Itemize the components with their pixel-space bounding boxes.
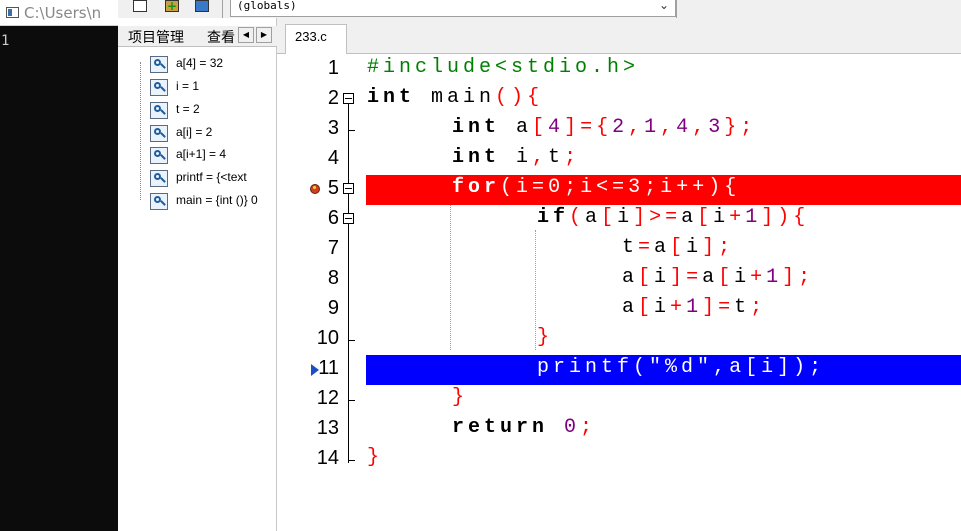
toolbar: + (globals) ⌄ — [118, 0, 961, 19]
watch-icon — [150, 102, 168, 119]
watch-label: a[4] = 32 — [176, 56, 224, 70]
line-number: 2 — [327, 87, 339, 109]
fold-toggle-icon[interactable] — [343, 213, 354, 224]
watch-icon — [150, 56, 168, 73]
window-icon — [133, 0, 147, 12]
watch-item[interactable]: a[i] = 2 — [148, 123, 278, 145]
project-panel: 项目管理 查看 ◀ ▶ a[4] = 32 i = 1 t = 2 a[i] =… — [118, 18, 277, 531]
code-line: 13 return 0; — [277, 415, 961, 445]
console-window-icon — [6, 7, 19, 18]
line-number: 10 — [316, 327, 339, 349]
line-text: int a[4]={2,1,4,3}; — [452, 116, 757, 139]
editor-tab-bar: 233.c — [277, 18, 961, 54]
scope-value: (globals) — [237, 0, 297, 12]
code-line: 3 int a[4]={2,1,4,3}; — [277, 115, 961, 145]
tab-scroll-right-button[interactable]: ▶ — [256, 27, 272, 43]
watch-icon — [150, 147, 168, 164]
watch-label: i = 1 — [176, 79, 200, 93]
console-output: 1 — [1, 33, 10, 49]
line-number: 5 — [327, 177, 339, 199]
line-text: } — [367, 446, 384, 469]
line-text: a[i+1]=t; — [622, 296, 767, 319]
line-text: t=a[i]; — [622, 236, 735, 259]
toolbar-divider — [676, 0, 677, 18]
code-line: 12 } — [277, 385, 961, 415]
watch-item[interactable]: a[4] = 32 — [148, 54, 278, 76]
watch-label: t = 2 — [176, 102, 200, 116]
watch-label: a[i] = 2 — [176, 125, 213, 139]
watch-icon — [150, 193, 168, 210]
line-number: 11 — [318, 357, 339, 379]
toolbar-divider — [222, 0, 223, 18]
console-title-bar[interactable]: C:\Users\n — [0, 0, 118, 26]
add-watch-button[interactable]: + — [162, 0, 182, 16]
line-text: printf("%d",a[i]); — [537, 356, 826, 379]
code-line: 10 } — [277, 325, 961, 355]
fold-toggle-icon[interactable] — [343, 183, 354, 194]
watch-icon — [150, 170, 168, 187]
watch-label: main = {int ()} 0 — [176, 193, 258, 207]
code-line: 14 } — [277, 445, 961, 475]
panel-tabs: 项目管理 查看 ◀ ▶ — [118, 26, 277, 47]
watch-item[interactable]: main = {int ()} 0 — [148, 191, 278, 213]
code-line: 7 t=a[i]; — [277, 235, 961, 265]
line-text: return 0; — [452, 416, 597, 439]
line-text: int i,t; — [452, 146, 581, 169]
scope-dropdown[interactable]: (globals) ⌄ — [230, 0, 676, 17]
line-number: 1 — [327, 57, 339, 79]
line-number: 8 — [327, 267, 339, 289]
watch-icon — [150, 125, 168, 142]
line-text: for(i=0;i<=3;i++){ — [452, 176, 741, 199]
line-number: 13 — [316, 417, 339, 439]
watch-item[interactable]: t = 2 — [148, 100, 278, 122]
code-line: 6 if(a[i]>=a[i+1]){ — [277, 205, 961, 235]
line-text: if(a[i]>=a[i+1]){ — [537, 206, 810, 229]
code-line-breakpoint: 5 for(i=0;i<=3;i++){ — [277, 175, 961, 205]
code-area[interactable]: 1 #include<stdio.h> 2 int main(){ 3 int … — [277, 55, 961, 531]
watch-item[interactable]: i = 1 — [148, 77, 278, 99]
line-number: 3 — [327, 117, 339, 139]
line-number: 6 — [327, 207, 339, 229]
chevron-down-icon: ⌄ — [658, 0, 669, 12]
code-line: 8 a[i]=a[i+1]; — [277, 265, 961, 295]
new-window-button[interactable] — [130, 0, 150, 16]
tab-scroll-left-button[interactable]: ◀ — [238, 27, 254, 43]
line-text: #include<stdio.h> — [367, 56, 640, 79]
line-number: 12 — [316, 387, 339, 409]
watch-label: printf = {<text — [176, 170, 247, 184]
line-number: 9 — [327, 297, 339, 319]
watch-label: a[i+1] = 4 — [176, 147, 227, 161]
fold-toggle-icon[interactable] — [343, 93, 354, 104]
code-line: 9 a[i+1]=t; — [277, 295, 961, 325]
code-line: 1 #include<stdio.h> — [277, 55, 961, 85]
code-line-current: 11 printf("%d",a[i]); — [277, 355, 961, 385]
console-title: C:\Users\n — [24, 4, 102, 22]
tab-view[interactable]: 查看 — [207, 27, 237, 47]
watch-item[interactable]: a[i+1] = 4 — [148, 145, 278, 167]
code-line: 4 int i,t; — [277, 145, 961, 175]
line-text: a[i]=a[i+1]; — [622, 266, 815, 289]
code-editor[interactable]: 233.c 1 #include<stdio.h> 2 int main(){ … — [277, 18, 961, 531]
watch-item[interactable]: printf = {<text — [148, 168, 278, 190]
line-number: 4 — [327, 147, 339, 169]
code-line: 2 int main(){ — [277, 85, 961, 115]
watch-icon — [150, 79, 168, 96]
line-text: int main(){ — [367, 86, 544, 109]
tab-project-manager[interactable]: 项目管理 — [128, 27, 196, 47]
line-number: 14 — [316, 447, 339, 469]
line-number: 7 — [327, 237, 339, 259]
file-tab-label: 233.c — [295, 29, 327, 44]
line-text: } — [537, 326, 554, 349]
view-button[interactable] — [192, 0, 212, 16]
console-window: C:\Users\n 1 — [0, 0, 118, 531]
file-tab[interactable]: 233.c — [285, 24, 347, 54]
line-text: } — [452, 386, 469, 409]
panel-icon — [195, 0, 209, 12]
